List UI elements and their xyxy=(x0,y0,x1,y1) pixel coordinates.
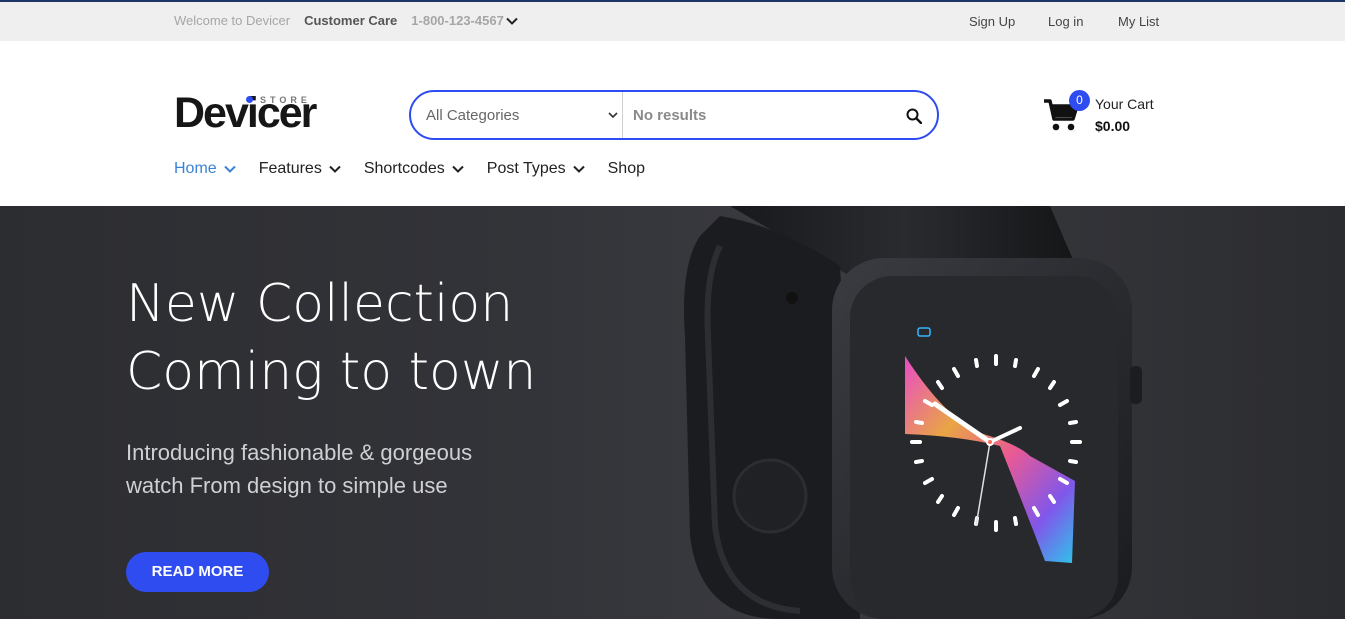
logo-tagline: STORE xyxy=(260,95,311,105)
nav-item-features[interactable]: Features xyxy=(259,160,342,178)
hero-subtitle-line-1: Introducing fashionable & gorgeous xyxy=(126,440,473,465)
read-more-button[interactable]: READ MORE xyxy=(126,552,269,592)
chevron-down-icon[interactable] xyxy=(505,14,519,28)
cart-label: Your Cart xyxy=(1095,96,1154,112)
nav-item-label: Post Types xyxy=(486,160,566,177)
hero-title: New Collection Coming to town xyxy=(126,270,536,406)
chevron-down-icon xyxy=(223,165,236,173)
nav-item-label: Home xyxy=(174,160,217,177)
my-list-link[interactable]: My List xyxy=(1118,14,1159,29)
nav-item-home[interactable]: Home xyxy=(174,160,237,178)
nav-item-shortcodes[interactable]: Shortcodes xyxy=(364,160,465,178)
top-bar-contact: Welcome to Devicer Customer Care 1-800-1… xyxy=(174,13,519,28)
chevron-down-icon xyxy=(608,112,618,119)
category-select[interactable]: All Categories xyxy=(411,92,623,138)
hero-subtitle-line-2: watch From design to simple use xyxy=(126,473,448,498)
chevron-down-icon xyxy=(452,165,464,173)
chevron-down-icon xyxy=(572,165,585,173)
nav-item-shop[interactable]: Shop xyxy=(608,160,645,178)
hero-title-line-1: New Collection xyxy=(126,274,514,334)
chevron-down-icon xyxy=(329,165,341,173)
main-nav: Home Features Shortcodes Post Types Shop xyxy=(174,160,667,178)
nav-item-label: Shortcodes xyxy=(363,160,445,177)
welcome-text: Welcome to Devicer xyxy=(174,13,291,28)
category-select-value: All Categories xyxy=(426,107,520,124)
logo-dot-icon xyxy=(246,96,253,103)
sign-up-link[interactable]: Sign Up xyxy=(969,14,1015,29)
nav-item-post-types[interactable]: Post Types xyxy=(487,160,586,178)
site-logo[interactable]: STORE Devicer xyxy=(174,92,317,135)
hero-subtitle: Introducing fashionable & gorgeous watch… xyxy=(126,436,472,502)
cart-count-badge: 0 xyxy=(1069,90,1090,111)
top-bar: Welcome to Devicer Customer Care 1-800-1… xyxy=(0,0,1345,41)
search-input[interactable]: No results xyxy=(633,107,706,124)
hero-banner: New Collection Coming to town Introducin… xyxy=(0,206,1345,619)
log-in-link[interactable]: Log in xyxy=(1048,14,1083,29)
customer-care-label: Customer Care xyxy=(304,13,398,28)
cart-total: $0.00 xyxy=(1095,118,1131,134)
hero-title-line-2: Coming to town xyxy=(126,342,537,402)
search-icon[interactable] xyxy=(906,108,922,124)
nav-item-label: Features xyxy=(258,160,322,177)
search-bar: All Categories No results xyxy=(409,90,939,140)
smartwatch-image xyxy=(684,206,1142,619)
nav-item-label: Shop xyxy=(607,160,645,177)
phone-number[interactable]: 1-800-123-4567 xyxy=(411,13,504,28)
